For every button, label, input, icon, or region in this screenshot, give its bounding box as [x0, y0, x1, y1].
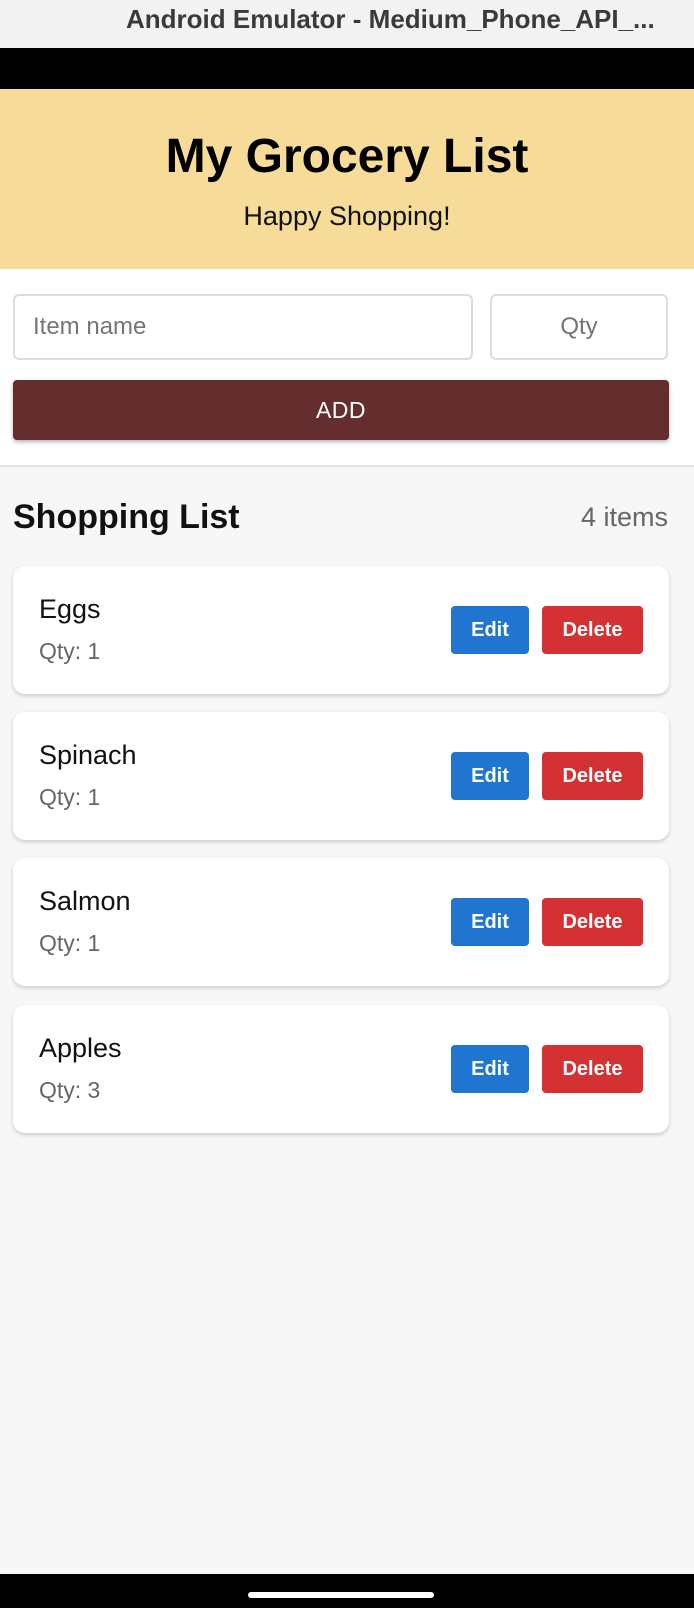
item-quantity: Qty: 1: [39, 638, 101, 664]
navigation-bar: [0, 1574, 694, 1608]
quantity-input[interactable]: [490, 294, 668, 360]
status-bar: [0, 48, 694, 89]
item-name: Salmon: [39, 886, 131, 916]
item-name: Apples: [39, 1033, 122, 1063]
edit-button[interactable]: Edit: [451, 606, 529, 654]
edit-button[interactable]: Edit: [451, 1045, 529, 1093]
item-quantity: Qty: 1: [39, 930, 101, 956]
item-quantity: Qty: 1: [39, 784, 101, 810]
delete-button[interactable]: Delete: [542, 1045, 643, 1093]
add-button[interactable]: ADD: [13, 380, 669, 440]
delete-button[interactable]: Delete: [542, 898, 643, 946]
emulator-titlebar: Android Emulator - Medium_Phone_API_...: [0, 0, 694, 48]
page-title: My Grocery List: [165, 130, 529, 183]
edit-button[interactable]: Edit: [451, 898, 529, 946]
list-item: Salmon Qty: 1 Edit Delete: [13, 858, 669, 986]
list-item: Spinach Qty: 1 Edit Delete: [13, 712, 669, 840]
edit-button[interactable]: Edit: [451, 752, 529, 800]
app-header: My Grocery List Happy Shopping!: [0, 89, 694, 269]
item-count: 4 items: [580, 502, 668, 532]
item-name: Spinach: [39, 740, 137, 770]
list-title: Shopping List: [13, 498, 240, 536]
item-name-input[interactable]: [13, 294, 473, 360]
list-item: Eggs Qty: 1 Edit Delete: [13, 566, 669, 694]
item-quantity: Qty: 3: [39, 1077, 101, 1103]
delete-button[interactable]: Delete: [542, 752, 643, 800]
delete-button[interactable]: Delete: [542, 606, 643, 654]
add-item-form: ADD: [0, 269, 694, 467]
item-name: Eggs: [39, 594, 101, 624]
home-gesture-handle[interactable]: [248, 1592, 434, 1598]
list-item: Apples Qty: 3 Edit Delete: [13, 1005, 669, 1133]
page-subtitle: Happy Shopping!: [243, 201, 451, 231]
window-title: Android Emulator - Medium_Phone_API_...: [126, 4, 655, 34]
